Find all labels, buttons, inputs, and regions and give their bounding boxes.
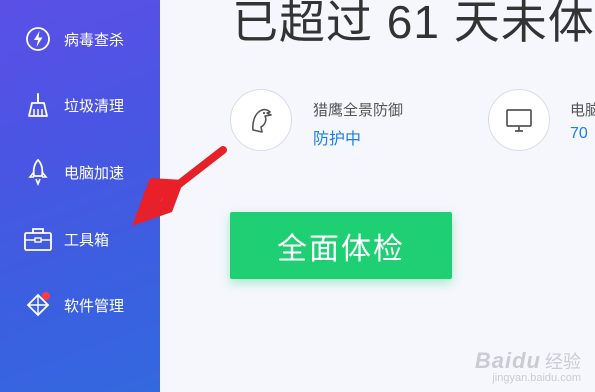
sidebar-item-toolbox[interactable]: 工具箱 [0,211,160,267]
broom-icon [22,89,54,121]
sidebar-item-junk-clean[interactable]: 垃圾清理 [0,77,160,133]
monitor-icon[interactable] [488,89,550,151]
rocket-icon [22,156,54,188]
full-check-button[interactable]: 全面体检 [230,212,452,279]
feature-title: 电脑 [570,102,595,119]
sidebar-item-software-manager[interactable]: 软件管理 [0,277,160,333]
feature-status[interactable]: 70 [570,125,588,143]
eagle-icon[interactable] [230,89,292,151]
sidebar-item-speedup[interactable]: 电脑加速 [0,144,160,200]
sidebar-item-virus-scan[interactable]: 病毒查杀 [0,11,160,67]
sidebar-item-label: 工具箱 [64,231,110,249]
feature-title: 猎鹰全景防御 [313,102,404,119]
toolbox-icon [22,223,54,255]
main-panel: 已超过 61 天未体 猎鹰全景防御 防护中 电脑 70 全面体检 Baidu 经验… [160,0,595,392]
page-headline: 已超过 61 天未体 [232,0,595,48]
sidebar-item-label: 病毒查杀 [64,31,125,49]
feature-status[interactable]: 防护中 [313,125,361,149]
sidebar-item-label: 软件管理 [64,297,125,315]
software-manager-icon [22,289,54,321]
lightning-shield-icon [22,23,54,55]
sidebar-item-label: 电脑加速 [64,164,125,182]
baidu-watermark: Baidu 经验 jingyan.baidu.com [474,348,581,384]
sidebar: 病毒查杀 垃圾清理 电脑加速 工具箱 软件管理 [0,0,160,392]
sidebar-item-label: 垃圾清理 [64,97,125,115]
